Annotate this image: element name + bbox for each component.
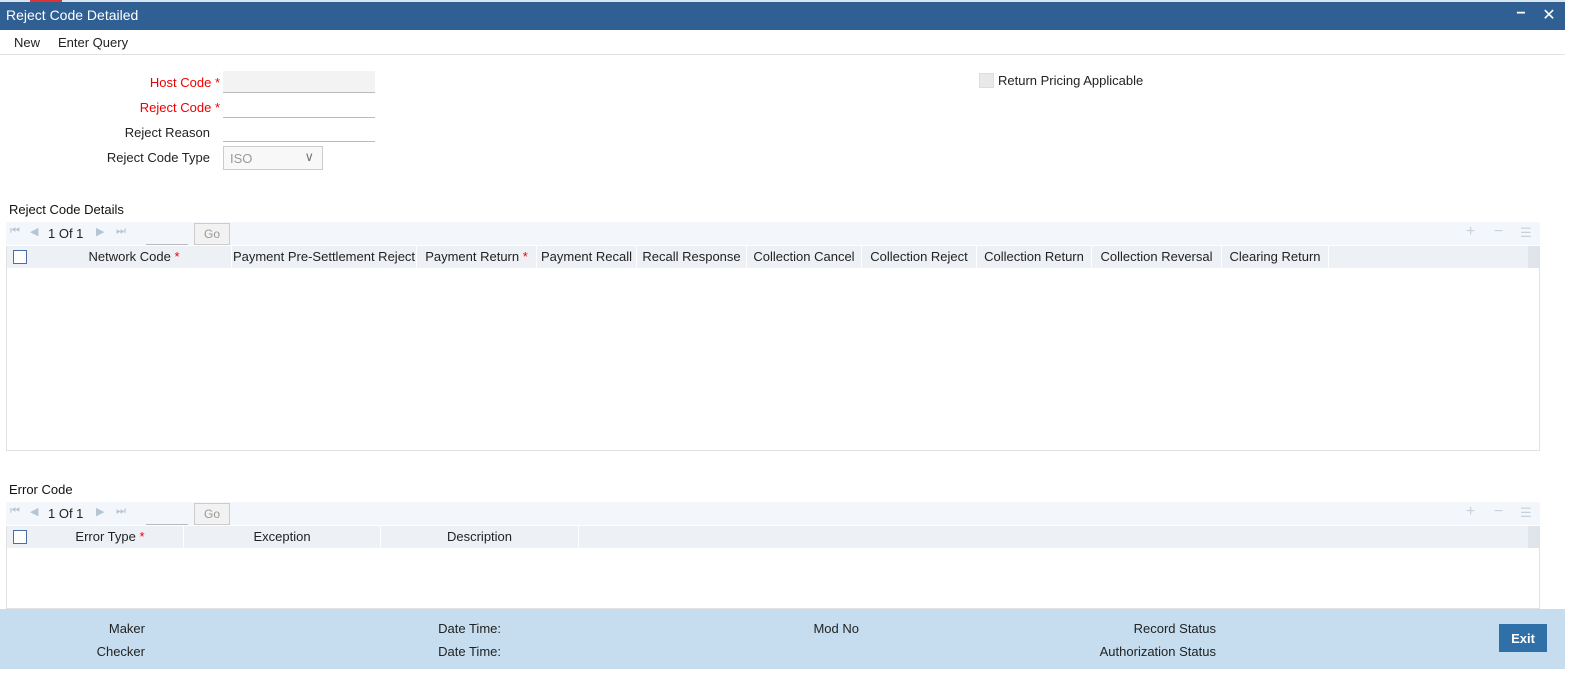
col-collection-cancel[interactable]: Collection Cancel: [747, 246, 862, 268]
checker-label: Checker: [96, 644, 145, 659]
page-indicator: 1 Of 1: [48, 506, 84, 521]
reject-details-grid: Network Code * Payment Pre-Settlement Re…: [6, 246, 1540, 451]
list-view-icon[interactable]: ☰: [1520, 225, 1532, 241]
last-page-icon[interactable]: ⏭: [116, 505, 126, 518]
menu-enter-query[interactable]: Enter Query: [58, 35, 128, 50]
col-recall-response[interactable]: Recall Response: [637, 246, 747, 268]
reject-code-type-select[interactable]: ISO ∨: [223, 146, 323, 170]
reject-code-input[interactable]: [223, 96, 375, 118]
col-collection-return[interactable]: Collection Return: [977, 246, 1092, 268]
col-payment-recall[interactable]: Payment Recall: [537, 246, 637, 268]
error-code-title: Error Code: [9, 482, 73, 497]
reject-details-header: Network Code * Payment Pre-Settlement Re…: [7, 246, 1529, 268]
list-view-icon[interactable]: ☰: [1520, 505, 1532, 521]
go-button[interactable]: Go: [194, 503, 230, 525]
col-collection-reversal[interactable]: Collection Reversal: [1092, 246, 1222, 268]
reject-code-type-value: ISO: [230, 151, 253, 166]
first-page-icon[interactable]: ⏮: [10, 505, 20, 518]
audit-footer: Maker Checker Date Time: Date Time: Mod …: [0, 609, 1565, 669]
select-all-checkbox[interactable]: [13, 250, 27, 264]
menu-new[interactable]: New: [14, 35, 40, 50]
next-page-icon[interactable]: ▶: [96, 225, 104, 238]
reject-code-type-label: Reject Code Type: [106, 150, 210, 165]
page-number-input[interactable]: [146, 223, 188, 245]
close-icon[interactable]: ✕: [1540, 5, 1558, 25]
required-mark: *: [214, 75, 220, 90]
checker-date-time-label: Date Time:: [438, 644, 501, 659]
menu-bar: New Enter Query: [0, 30, 1565, 55]
col-description[interactable]: Description: [381, 526, 579, 548]
host-code-label: Host Code *: [149, 75, 220, 90]
last-page-icon[interactable]: ⏭: [116, 225, 126, 238]
select-all-checkbox[interactable]: [13, 530, 27, 544]
reject-details-pagebar: ⏮ ◀ 1 Of 1 ▶ ⏭ Go + − ☰: [6, 222, 1540, 245]
required-mark: *: [214, 100, 220, 115]
page-indicator: 1 Of 1: [48, 226, 84, 241]
page-number-input[interactable]: [146, 503, 188, 525]
error-code-header: Error Type * Exception Description: [7, 526, 1529, 548]
error-code-grid: Error Type * Exception Description: [6, 526, 1540, 609]
first-page-icon[interactable]: ⏮: [10, 225, 20, 238]
prev-page-icon[interactable]: ◀: [30, 225, 38, 238]
add-row-icon[interactable]: +: [1466, 503, 1475, 521]
remove-row-icon[interactable]: −: [1494, 503, 1503, 521]
col-exception[interactable]: Exception: [184, 526, 381, 548]
go-button[interactable]: Go: [194, 223, 230, 245]
prev-page-icon[interactable]: ◀: [30, 505, 38, 518]
window-titlebar: Reject Code Detailed − ✕: [0, 0, 1565, 30]
authorization-status-label: Authorization Status: [1099, 644, 1216, 659]
minimize-icon[interactable]: −: [1512, 5, 1530, 25]
exit-button[interactable]: Exit: [1499, 624, 1547, 652]
window-title: Reject Code Detailed: [6, 7, 139, 23]
add-row-icon[interactable]: +: [1466, 223, 1475, 241]
title-accent-mark: [30, 0, 62, 2]
reject-reason-label: Reject Reason: [124, 125, 210, 140]
maker-date-time-label: Date Time:: [438, 621, 501, 636]
maker-label: Maker: [108, 621, 145, 636]
return-pricing-checkbox[interactable]: [979, 73, 994, 88]
error-code-pagebar: ⏮ ◀ 1 Of 1 ▶ ⏭ Go + − ☰: [6, 502, 1540, 525]
return-pricing-label: Return Pricing Applicable: [998, 73, 1144, 88]
host-code-input[interactable]: [223, 71, 375, 93]
mod-no-label: Mod No: [813, 621, 859, 636]
reject-details-title: Reject Code Details: [9, 202, 124, 217]
chevron-down-icon: ∨: [304, 149, 314, 164]
col-clearing-return[interactable]: Clearing Return: [1222, 246, 1329, 268]
reject-reason-input[interactable]: [223, 120, 375, 142]
remove-row-icon[interactable]: −: [1494, 223, 1503, 241]
page-edge: [1565, 0, 1585, 677]
col-payment-return[interactable]: Payment Return *: [417, 246, 537, 268]
next-page-icon[interactable]: ▶: [96, 505, 104, 518]
col-collection-reject[interactable]: Collection Reject: [862, 246, 977, 268]
col-error-type[interactable]: Error Type *: [37, 526, 184, 548]
col-payment-pre-settlement-reject[interactable]: Payment Pre-Settlement Reject: [232, 246, 417, 268]
col-network-code[interactable]: Network Code *: [37, 246, 232, 268]
error-code-scrollbar[interactable]: [1528, 526, 1539, 548]
reject-code-label: Reject Code *: [139, 100, 220, 115]
reject-details-scrollbar[interactable]: [1528, 246, 1539, 268]
record-status-label: Record Status: [1133, 621, 1216, 636]
